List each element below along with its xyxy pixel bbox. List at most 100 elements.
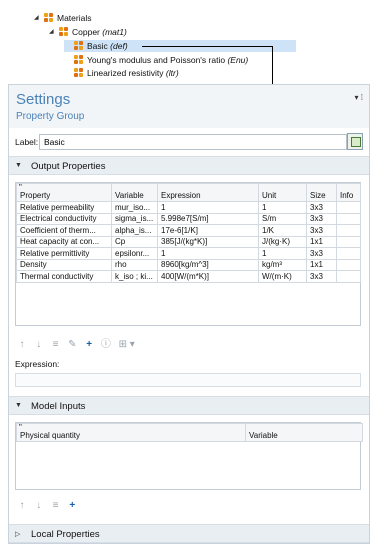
col-header-size[interactable]: Size <box>306 183 337 202</box>
property-group-icon <box>74 41 83 50</box>
cell-size: 1x1 <box>306 258 337 271</box>
cell-size: 3x3 <box>306 247 337 260</box>
cell-property: Electrical conductivity <box>16 212 112 225</box>
cell-info <box>336 212 361 225</box>
cell-expression[interactable]: 385[J/(kg*K)] <box>157 235 259 248</box>
cell-unit: 1 <box>258 247 307 260</box>
output-properties-toolbar: ↑ ↓ ≡ ✎ + ⓘ ⊞ ▾ <box>15 335 138 350</box>
cell-property: Heat capacity at con... <box>16 235 112 248</box>
cell-expression[interactable]: 8960[kg/m^3] <box>157 258 259 271</box>
cell-variable: Cp <box>111 235 158 248</box>
tree-node-copper[interactable]: ◢ Copper (mat1) <box>49 26 127 38</box>
cell-info <box>336 235 361 248</box>
settings-title: Settings <box>16 91 71 108</box>
tree-node-youngs[interactable]: Young's modulus and Poisson's ratio (Enu… <box>64 54 248 66</box>
tree-tag-youngs: (Enu) <box>227 55 249 65</box>
panel-menu-pin-icon[interactable]: ▾ ⁞ <box>355 93 363 102</box>
property-group-icon <box>74 55 83 64</box>
label-row: Label: <box>9 133 369 151</box>
table-row[interactable]: Electrical conductivity sigma_is... 5.99… <box>16 212 361 225</box>
move-up-icon[interactable]: ↑ <box>15 500 29 511</box>
add-icon[interactable]: + <box>65 500 79 511</box>
col-header-info[interactable]: Info <box>336 183 361 202</box>
material-icon <box>59 27 68 36</box>
cell-variable: mur_iso... <box>111 201 158 214</box>
expression-field[interactable] <box>15 373 361 387</box>
section-title: Output Properties <box>31 161 106 172</box>
reset-label-button[interactable] <box>347 133 363 150</box>
label-caption: Label: <box>15 137 39 147</box>
col-header-variable[interactable]: Variable <box>245 423 363 442</box>
cell-info <box>336 224 361 237</box>
info-icon[interactable]: ⓘ <box>99 335 113 350</box>
cell-unit: 1 <box>258 201 307 214</box>
expand-arrow-icon: ▷ <box>15 531 21 538</box>
model-inputs-toolbar: ↑ ↓ ≡ + <box>15 500 79 514</box>
edit-icon[interactable]: ✎ <box>65 339 79 350</box>
tree-label-youngs: Young's modulus and Poisson's ratio <box>87 55 226 65</box>
cell-expression[interactable]: 400[W/(m*K)] <box>157 270 259 283</box>
cell-property: Relative permittivity <box>16 247 112 260</box>
col-header-physical-quantity[interactable]: " Physical quantity <box>16 423 246 442</box>
expand-icon[interactable]: ◢ <box>34 12 42 24</box>
col-header-unit[interactable]: Unit <box>258 183 307 202</box>
table-header-row: " Property Variable Expression Unit Size … <box>16 183 361 202</box>
add-icon[interactable]: + <box>82 339 96 350</box>
tree-label-basic: Basic <box>87 41 108 51</box>
settings-header: Settings Property Group ▾ ⁞ <box>9 85 369 128</box>
table-row[interactable]: Thermal conductivity k_iso ; ki... 400[W… <box>16 270 361 283</box>
model-tree: ◢ Materials ◢ Copper (mat1) Basic (def) Yo… <box>0 0 377 82</box>
cell-unit: kg/m³ <box>258 258 307 271</box>
section-local-properties[interactable]: ▷ Local Properties <box>9 524 369 543</box>
cell-property: Thermal conductivity <box>16 270 112 283</box>
tree-label-materials: Materials <box>57 13 92 23</box>
tree-node-materials[interactable]: ◢ Materials <box>34 12 91 24</box>
move-up-icon[interactable]: ↑ <box>15 339 29 350</box>
move-down-icon[interactable]: ↓ <box>32 339 46 350</box>
cell-variable: k_iso ; ki... <box>111 270 158 283</box>
cell-info <box>336 258 361 271</box>
cell-unit: W/(m·K) <box>258 270 307 283</box>
tree-tag-copper: (mat1) <box>102 27 127 37</box>
cell-unit: S/m <box>258 212 307 225</box>
cell-expression[interactable]: 1 <box>157 201 259 214</box>
col-header-expression[interactable]: Expression <box>157 183 259 202</box>
col-header-variable[interactable]: Variable <box>111 183 158 202</box>
tree-tag-basic: (def) <box>110 41 128 51</box>
section-model-inputs[interactable]: ▼ Model Inputs <box>9 396 369 415</box>
cell-info <box>336 247 361 260</box>
sort-icon: " <box>19 183 22 193</box>
table-row[interactable]: Heat capacity at con... Cp 385[J/(kg*K)]… <box>16 235 361 248</box>
cell-expression[interactable]: 5.998e7[S/m] <box>157 212 259 225</box>
move-down-icon[interactable]: ↓ <box>32 500 46 511</box>
more-options-icon[interactable]: ⊞ ▾ <box>116 339 138 350</box>
cell-expression[interactable]: 1 <box>157 247 259 260</box>
cell-variable: rho <box>111 258 158 271</box>
expand-icon[interactable]: ◢ <box>49 26 57 38</box>
cell-variable: sigma_is... <box>111 212 158 225</box>
list-icon[interactable]: ≡ <box>49 500 63 511</box>
table-row[interactable]: Density rho 8960[kg/m^3] kg/m³ 1x1 <box>16 258 361 271</box>
callout-line <box>142 46 273 47</box>
sort-icon: " <box>19 423 22 433</box>
table-row[interactable]: Relative permeability mur_iso... 1 1 3x3 <box>16 201 361 214</box>
cell-variable: epsilonr... <box>111 247 158 260</box>
cell-size: 1x1 <box>306 235 337 248</box>
section-output-properties[interactable]: ▼ Output Properties <box>9 156 369 175</box>
cell-property: Coefficient of therm... <box>16 224 112 237</box>
table-row[interactable]: Coefficient of therm... alpha_is... 17e-… <box>16 224 361 237</box>
cell-size: 3x3 <box>306 212 337 225</box>
label-input[interactable] <box>39 134 347 150</box>
cell-property: Relative permeability <box>16 201 112 214</box>
col-header-property[interactable]: " Property <box>16 183 112 202</box>
list-icon[interactable]: ≡ <box>49 339 63 350</box>
cell-expression[interactable]: 17e-6[1/K] <box>157 224 259 237</box>
section-title: Model Inputs <box>31 401 86 412</box>
cell-size: 3x3 <box>306 201 337 214</box>
tree-node-linres[interactable]: Linearized resistivity (ltr) <box>64 67 179 79</box>
table-row[interactable]: Relative permittivity epsilonr... 1 1 3x… <box>16 247 361 260</box>
model-inputs-table: " Physical quantity Variable <box>15 422 363 490</box>
cell-size: 3x3 <box>306 270 337 283</box>
cell-unit: 1/K <box>258 224 307 237</box>
cell-info <box>336 201 361 214</box>
